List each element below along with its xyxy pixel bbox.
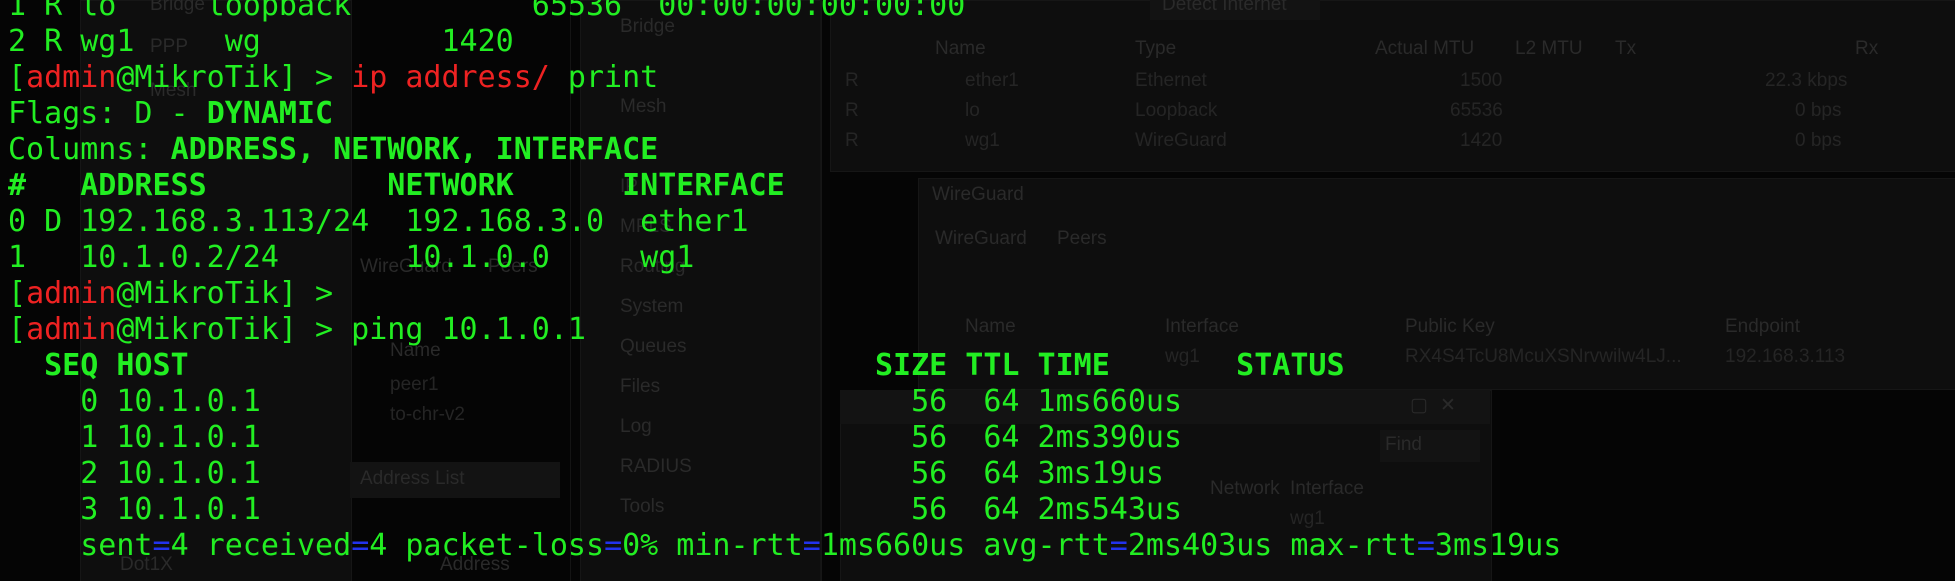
- terminal-text: 4 received: [170, 528, 352, 563]
- terminal-text: admin: [26, 276, 117, 311]
- terminal-text: [: [8, 60, 27, 95]
- terminal-line: 2 10.1.0.1 56 64 3ms19us: [8, 456, 1164, 492]
- terminal-line: [admin@MikroTik] > ping 10.1.0.1: [8, 312, 586, 348]
- terminal-text: =: [802, 528, 821, 563]
- terminal-text: SEQ HOST SIZE TTL TIME STATUS: [8, 348, 1345, 383]
- terminal-line: [admin@MikroTik] > ip address/ print: [8, 60, 658, 96]
- terminal-text: # ADDRESS NETWORK INTERFACE: [8, 168, 785, 203]
- terminal-text: DYNAMIC: [206, 96, 334, 131]
- terminal-text: ip address/: [351, 60, 550, 95]
- terminal-text: Flags: D -: [8, 96, 207, 131]
- terminal-line: Flags: D - DYNAMIC: [8, 96, 333, 132]
- terminal-text: 2ms403us max-rtt: [1127, 528, 1417, 563]
- terminal-text: 0 10.1.0.1 56 64 1ms660us: [8, 384, 1182, 419]
- terminal[interactable]: 1 R lo loopback 65536 00:00:00:00:00:00 2…: [0, 0, 1955, 581]
- terminal-text: =: [604, 528, 623, 563]
- terminal-text: print: [549, 60, 659, 95]
- terminal-text: =: [1109, 528, 1128, 563]
- terminal-text: 0% min-rtt: [622, 528, 803, 563]
- terminal-line: 1 R lo loopback 65536 00:00:00:00:00:00: [8, 0, 965, 24]
- terminal-text: @MikroTik] >: [116, 276, 334, 311]
- terminal-text: [: [8, 312, 27, 347]
- terminal-text: @MikroTik] > ping 10.1.0.1: [116, 312, 586, 347]
- terminal-text: 2 10.1.0.1 56 64 3ms19us: [8, 456, 1164, 491]
- terminal-text: Columns:: [8, 132, 171, 167]
- terminal-text: =: [152, 528, 171, 563]
- terminal-text: 2 R wg1 wg 1420: [8, 24, 514, 59]
- terminal-line: 1 10.1.0.2/24 10.1.0.0 wg1: [8, 240, 694, 276]
- terminal-line: 0 D 192.168.3.113/24 192.168.3.0 ether1: [8, 204, 749, 240]
- terminal-text: admin: [26, 60, 117, 95]
- terminal-text: @MikroTik] >: [116, 60, 352, 95]
- terminal-text: 0 D 192.168.3.113/24 192.168.3.0 ether1: [8, 204, 749, 239]
- terminal-text: 1 10.1.0.1 56 64 2ms390us: [8, 420, 1182, 455]
- terminal-line: 2 R wg1 wg 1420: [8, 24, 514, 60]
- terminal-line: sent=4 received=4 packet-loss=0% min-rtt…: [8, 528, 1561, 564]
- terminal-line: 0 10.1.0.1 56 64 1ms660us: [8, 384, 1182, 420]
- terminal-text: 3ms19us: [1434, 528, 1562, 563]
- terminal-text: sent: [8, 528, 153, 563]
- terminal-text: 1 R lo loopback 65536 00:00:00:00:00:00: [8, 0, 966, 23]
- terminal-line: SEQ HOST SIZE TTL TIME STATUS: [8, 348, 1345, 384]
- terminal-text: 1 10.1.0.2/24 10.1.0.0 wg1: [8, 240, 695, 275]
- terminal-line: Columns: ADDRESS, NETWORK, INTERFACE: [8, 132, 658, 168]
- terminal-text: 3 10.1.0.1 56 64 2ms543us: [8, 492, 1182, 527]
- terminal-text: 4 packet-loss: [369, 528, 605, 563]
- terminal-text: ADDRESS, NETWORK, INTERFACE: [170, 132, 659, 167]
- terminal-line: # ADDRESS NETWORK INTERFACE: [8, 168, 785, 204]
- terminal-line: 3 10.1.0.1 56 64 2ms543us: [8, 492, 1182, 528]
- terminal-line: [admin@MikroTik] >: [8, 276, 333, 312]
- terminal-text: 1ms660us avg-rtt: [820, 528, 1110, 563]
- terminal-text: =: [351, 528, 370, 563]
- terminal-text: admin: [26, 312, 117, 347]
- terminal-line: 1 10.1.0.1 56 64 2ms390us: [8, 420, 1182, 456]
- terminal-text: =: [1416, 528, 1435, 563]
- terminal-text: [: [8, 276, 27, 311]
